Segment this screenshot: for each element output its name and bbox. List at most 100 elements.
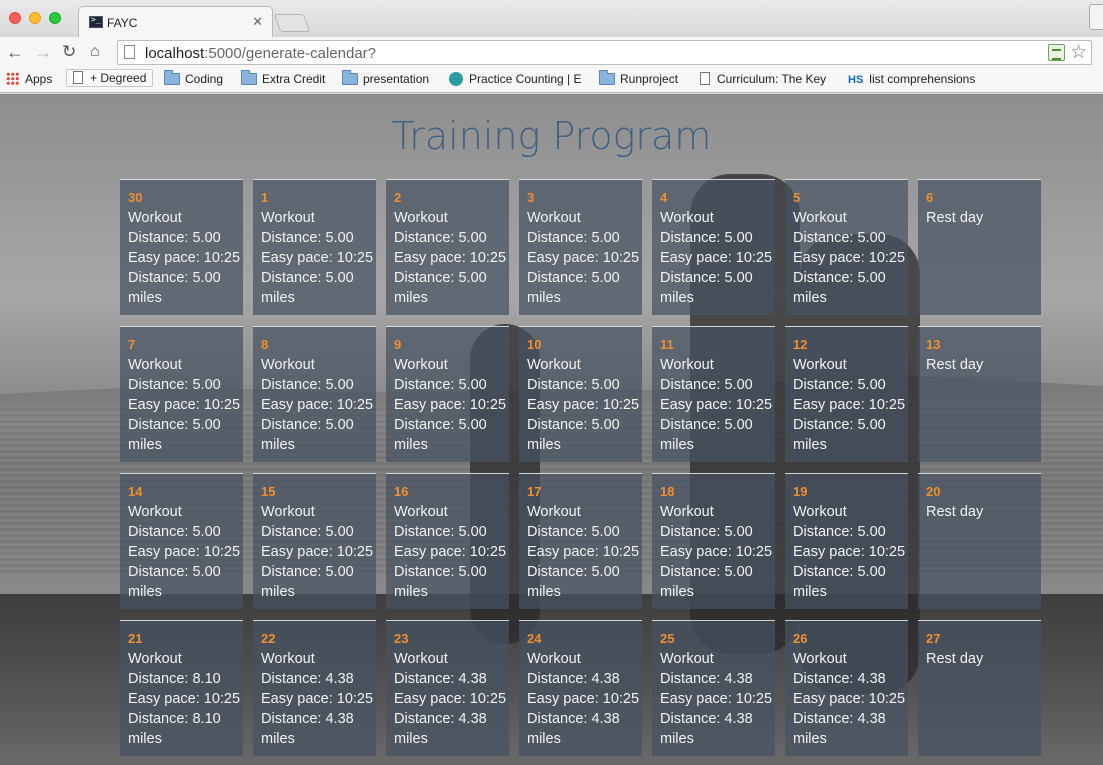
workout-detail: Easy pace: 10:25 — [660, 691, 773, 707]
calendar-day-cell: 24 Workout Distance: 4.38 Easy pace: 10:25 D… — [519, 620, 642, 756]
tab-close-icon[interactable]: ✕ — [252, 14, 263, 30]
bookmark-practice-counting[interactable]: Practice Counting | E — [449, 72, 582, 86]
calendar-day-cell: 17 Workout Distance: 5.00 Easy pace: 10:25 D… — [519, 473, 642, 609]
workout-detail: Distance: 5.00 — [394, 524, 487, 540]
minimize-window-button[interactable] — [29, 12, 41, 24]
workout-detail: Distance: 5.00 — [394, 377, 487, 393]
extension-icon[interactable] — [1048, 44, 1065, 61]
bookmark-runproject[interactable]: Runproject — [599, 70, 678, 86]
calendar-day-cell: 19 Workout Distance: 5.00 Easy pace: 10:25 D… — [785, 473, 908, 609]
workout-detail: miles — [128, 584, 162, 600]
page-icon — [73, 71, 83, 84]
workout-detail: Distance: 5.00 — [128, 270, 221, 286]
workout-type: Workout — [394, 651, 448, 667]
day-number: 8 — [261, 337, 269, 352]
workout-type: Workout — [128, 504, 182, 520]
workout-detail: Distance: 4.38 — [394, 711, 487, 727]
workout-detail: Distance: 5.00 — [527, 417, 620, 433]
workout-detail: miles — [527, 584, 561, 600]
workout-type: Workout — [793, 504, 847, 520]
window-profile-button[interactable] — [1089, 4, 1103, 30]
day-number: 4 — [660, 190, 668, 205]
workout-detail: Easy pace: 10:25 — [527, 544, 640, 560]
home-icon[interactable]: ⌂ — [90, 41, 100, 63]
back-arrow-icon[interactable]: ← — [6, 41, 24, 63]
workout-detail: miles — [128, 437, 162, 453]
bookmark-curriculum[interactable]: Curriculum: The Key — [700, 72, 826, 86]
workout-detail: Easy pace: 10:25 — [527, 691, 640, 707]
workout-detail: Easy pace: 10:25 — [793, 544, 906, 560]
calendar-day-cell: 8 Workout Distance: 5.00 Easy pace: 10:25 Di… — [253, 326, 376, 462]
workout-detail: Easy pace: 10:25 — [394, 397, 507, 413]
workout-detail: Easy pace: 10:25 — [128, 250, 241, 266]
workout-detail: Distance: 5.00 — [793, 270, 886, 286]
workout-detail: Distance: 5.00 — [793, 377, 886, 393]
day-number: 24 — [527, 631, 542, 646]
tab-title: FAYC — [107, 16, 138, 30]
workout-type: Rest day — [926, 651, 984, 667]
workout-detail: Easy pace: 10:25 — [660, 250, 773, 266]
workout-detail: miles — [527, 731, 561, 747]
workout-detail: Easy pace: 10:25 — [793, 691, 906, 707]
calendar-day-cell: 6 Rest day — [918, 179, 1041, 315]
workout-detail: miles — [261, 437, 295, 453]
workout-detail: Easy pace: 10:25 — [261, 250, 374, 266]
workout-type: Workout — [527, 357, 581, 373]
bookmark-presentation[interactable]: presentation — [342, 70, 429, 86]
workout-detail: Distance: 4.38 — [527, 671, 620, 687]
bookmark-degreed[interactable]: + Degreed — [66, 69, 154, 87]
bookmark-coding[interactable]: Coding — [164, 70, 224, 86]
day-number: 13 — [926, 337, 941, 352]
forward-arrow-icon[interactable]: → — [34, 41, 52, 63]
browser-tab[interactable]: FAYC ✕ — [78, 6, 273, 38]
workout-type: Workout — [261, 210, 315, 226]
workout-detail: Distance: 5.00 — [261, 417, 354, 433]
calendar-day-cell: 16 Workout Distance: 5.00 Easy pace: 10:25 D… — [386, 473, 509, 609]
url-text[interactable]: localhost:5000/generate-calendar? — [145, 45, 376, 62]
workout-type: Workout — [128, 651, 182, 667]
day-number: 10 — [527, 337, 542, 352]
hs-icon: HS — [848, 74, 864, 86]
bookmark-list-comprehensions[interactable]: HS list comprehensions — [848, 72, 975, 86]
bookmark-label: + Degreed — [90, 71, 147, 85]
reload-icon[interactable]: ↻ — [62, 41, 76, 63]
workout-detail: Distance: 4.38 — [261, 671, 354, 687]
workout-type: Workout — [527, 651, 581, 667]
calendar-day-cell: 7 Workout Distance: 5.00 Easy pace: 10:25 Di… — [120, 326, 243, 462]
address-bar[interactable]: localhost:5000/generate-calendar? ☆ — [117, 40, 1092, 65]
workout-detail: Easy pace: 10:25 — [527, 397, 640, 413]
workout-detail: Distance: 8.10 — [128, 711, 221, 727]
workout-type: Workout — [394, 357, 448, 373]
workout-detail: Distance: 5.00 — [660, 417, 753, 433]
workout-detail: Easy pace: 10:25 — [261, 691, 374, 707]
folder-icon — [599, 70, 615, 85]
maximize-window-button[interactable] — [49, 12, 61, 24]
workout-detail: miles — [793, 437, 827, 453]
workout-detail: miles — [660, 584, 694, 600]
day-number: 23 — [394, 631, 409, 646]
bookmark-star-icon[interactable]: ☆ — [1070, 41, 1087, 64]
calendar-day-cell: 27 Rest day — [918, 620, 1041, 756]
workout-detail: Distance: 4.38 — [261, 711, 354, 727]
workout-detail: Distance: 5.00 — [527, 564, 620, 580]
new-tab-button[interactable] — [273, 14, 311, 32]
workout-detail: Easy pace: 10:25 — [128, 691, 241, 707]
page-icon — [700, 72, 710, 85]
bookmark-apps[interactable]: Apps — [6, 72, 52, 86]
workout-detail: Easy pace: 10:25 — [394, 250, 507, 266]
workout-detail: Distance: 5.00 — [793, 417, 886, 433]
bookmark-extra-credit[interactable]: Extra Credit — [241, 70, 325, 86]
calendar-day-cell: 10 Workout Distance: 5.00 Easy pace: 10:25 D… — [519, 326, 642, 462]
calendar-day-cell: 26 Workout Distance: 4.38 Easy pace: 10:25 D… — [785, 620, 908, 756]
workout-type: Workout — [660, 504, 714, 520]
close-window-button[interactable] — [9, 12, 21, 24]
page-title: Training Program — [391, 114, 712, 158]
workout-detail: Easy pace: 10:25 — [793, 250, 906, 266]
day-number: 9 — [394, 337, 402, 352]
workout-detail: Distance: 5.00 — [660, 564, 753, 580]
workout-type: Rest day — [926, 210, 984, 226]
bookmark-label: Coding — [185, 72, 224, 86]
workout-type: Workout — [793, 357, 847, 373]
calendar-day-cell: 18 Workout Distance: 5.00 Easy pace: 10:25 D… — [652, 473, 775, 609]
workout-detail: Distance: 5.00 — [394, 417, 487, 433]
